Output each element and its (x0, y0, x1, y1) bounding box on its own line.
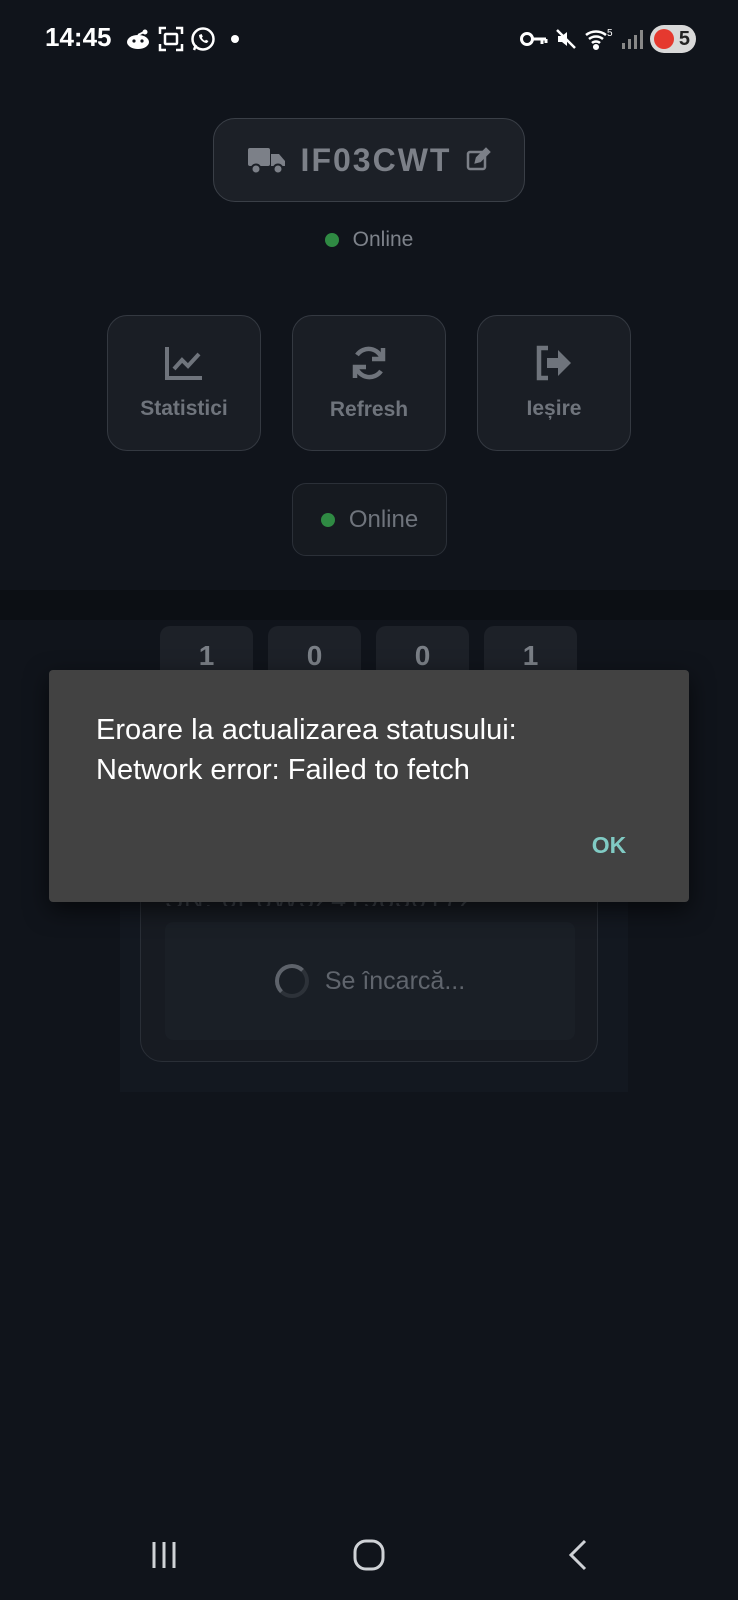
statistics-label: Statistici (140, 397, 228, 420)
edit-icon[interactable] (465, 147, 492, 173)
error-dialog: Eroare la actualizarea statusului: Netwo… (49, 670, 689, 902)
loading-area: Se încarcă... (165, 922, 575, 1040)
status-toggle-button[interactable]: Online (292, 483, 447, 556)
loading-spinner-icon (274, 964, 309, 998)
ok-button[interactable]: OK (564, 820, 654, 870)
recent-apps-icon[interactable] (124, 1510, 204, 1600)
refresh-label: Refresh (329, 398, 409, 421)
back-icon[interactable] (538, 1510, 618, 1600)
logout-icon (536, 345, 571, 381)
connection-status-label: Online (352, 228, 414, 251)
action-buttons: Statistici Refresh Ieșire (107, 315, 631, 451)
truck-icon (247, 148, 285, 175)
error-message: Eroare la actualizarea statusului: Netwo… (96, 714, 517, 786)
plate-number: IF03CWT (300, 141, 452, 178)
navigation-bar (0, 1510, 738, 1600)
chart-line-icon (165, 347, 202, 380)
refresh-icon (352, 346, 386, 380)
status-toggle-label: Online (348, 505, 419, 533)
online-indicator (324, 233, 339, 247)
divider-band (0, 590, 738, 620)
exit-button[interactable]: Ieșire (477, 315, 631, 451)
exit-label: Ieșire (526, 397, 582, 420)
loading-text: Se încarcă... (324, 966, 466, 995)
connection-status: Online (0, 228, 738, 252)
home-icon[interactable] (329, 1510, 409, 1600)
refresh-button[interactable]: Refresh (292, 315, 446, 451)
plate-card[interactable]: IF03CWT (213, 118, 525, 202)
status-indicator (320, 512, 335, 527)
statistics-button[interactable]: Statistici (107, 315, 261, 451)
